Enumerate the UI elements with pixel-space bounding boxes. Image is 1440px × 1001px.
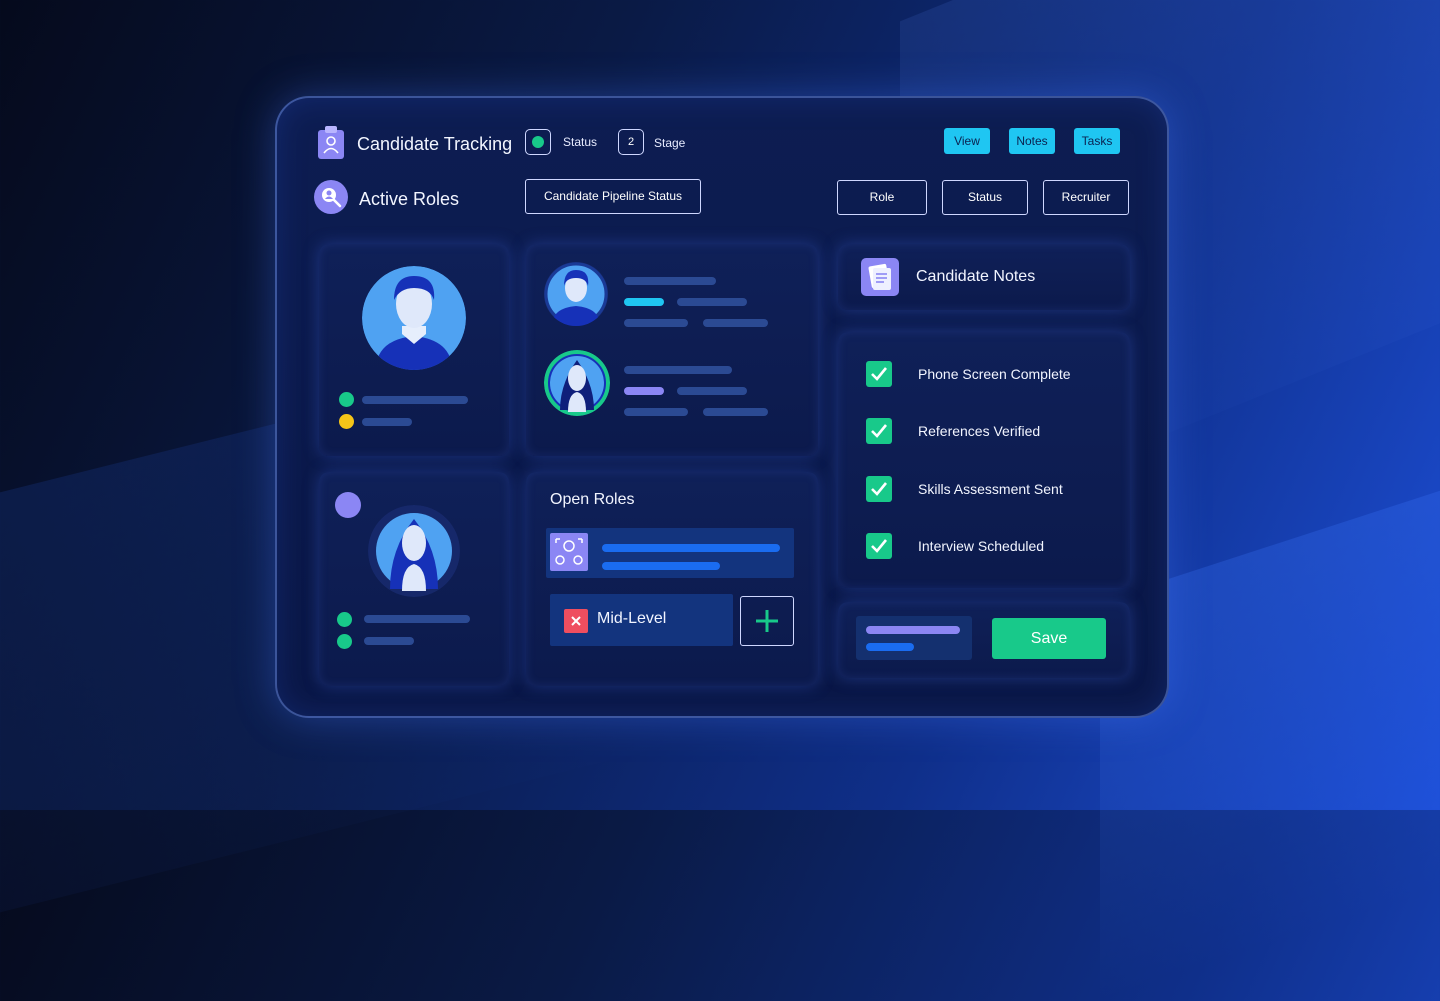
plus-icon xyxy=(756,610,778,632)
role-filter-button[interactable]: Role xyxy=(837,180,927,215)
level-label: Mid-Level xyxy=(597,610,667,627)
highlight-line xyxy=(624,387,664,395)
role-item[interactable] xyxy=(546,528,794,578)
checkbox-checked[interactable] xyxy=(866,533,892,559)
task-label: Interview Scheduled xyxy=(918,538,1045,554)
candidate-card[interactable] xyxy=(319,472,509,686)
status-dot xyxy=(532,136,544,148)
task-checklist-card: Phone Screen Complete References Verifie… xyxy=(838,332,1130,588)
open-roles-card: Open Roles Mid-Level xyxy=(526,472,818,686)
task-label: Phone Screen Complete xyxy=(918,366,1071,382)
placeholder-line xyxy=(624,366,732,374)
level-tag[interactable]: Mid-Level xyxy=(550,594,733,646)
status-label: Status xyxy=(563,135,598,149)
highlight-line xyxy=(624,298,664,306)
add-role-button[interactable] xyxy=(740,596,794,646)
placeholder-line xyxy=(624,319,688,327)
checkbox-checked[interactable] xyxy=(866,476,892,502)
notes-title: Candidate Notes xyxy=(916,268,1036,285)
role-line xyxy=(602,562,720,570)
tasks-button[interactable]: Tasks xyxy=(1074,128,1120,154)
placeholder-line xyxy=(624,277,716,285)
team-icon xyxy=(550,533,588,571)
placeholder-line xyxy=(364,637,414,645)
section-title: Active Roles xyxy=(359,189,460,209)
checkbox-checked[interactable] xyxy=(866,418,892,444)
female-avatar xyxy=(544,350,610,416)
female-avatar xyxy=(368,505,460,597)
close-icon[interactable] xyxy=(564,609,588,633)
save-card: Save xyxy=(838,602,1130,678)
stage-label: Stage xyxy=(654,136,686,150)
placeholder-line xyxy=(362,396,468,404)
app-title: Candidate Tracking xyxy=(357,134,513,154)
placeholder-line xyxy=(703,408,768,416)
clipboard-user-icon xyxy=(317,126,345,160)
notes-button[interactable]: Notes xyxy=(1009,128,1055,154)
placeholder-line xyxy=(677,298,747,306)
recruiter-filter-button[interactable]: Recruiter xyxy=(1043,180,1129,215)
summary-line xyxy=(866,643,914,651)
stage-counter[interactable]: 2 xyxy=(618,129,644,155)
summary-line xyxy=(866,626,960,634)
status-dot-green xyxy=(337,634,352,649)
status-dot-yellow xyxy=(339,414,354,429)
notes-header-card: Candidate Notes xyxy=(838,244,1130,310)
status-dot-violet xyxy=(335,492,361,518)
candidate-card[interactable] xyxy=(319,244,509,456)
status-filter-button[interactable]: Status xyxy=(942,180,1028,215)
app-window: Candidate Tracking Status 2 Stage View N… xyxy=(275,96,1169,718)
status-dot-green xyxy=(337,612,352,627)
male-avatar xyxy=(544,262,608,326)
summary-box xyxy=(856,616,972,660)
open-roles-title: Open Roles xyxy=(550,491,635,508)
view-button[interactable]: View xyxy=(944,128,990,154)
candidate-list-card[interactable] xyxy=(526,244,818,456)
status-indicator[interactable] xyxy=(525,129,551,155)
placeholder-line xyxy=(362,418,412,426)
status-dot-green xyxy=(339,392,354,407)
task-label: Skills Assessment Sent xyxy=(918,481,1063,497)
save-button[interactable]: Save xyxy=(992,618,1106,659)
task-label: References Verified xyxy=(918,423,1041,439)
placeholder-line xyxy=(703,319,768,327)
search-user-icon xyxy=(314,180,348,214)
male-avatar xyxy=(362,266,466,370)
pipeline-status-button[interactable]: Candidate Pipeline Status xyxy=(525,179,701,214)
checkbox-checked[interactable] xyxy=(866,361,892,387)
placeholder-line xyxy=(364,615,470,623)
notes-icon xyxy=(861,258,899,296)
role-line xyxy=(602,544,780,552)
placeholder-line xyxy=(624,408,688,416)
placeholder-line xyxy=(677,387,747,395)
